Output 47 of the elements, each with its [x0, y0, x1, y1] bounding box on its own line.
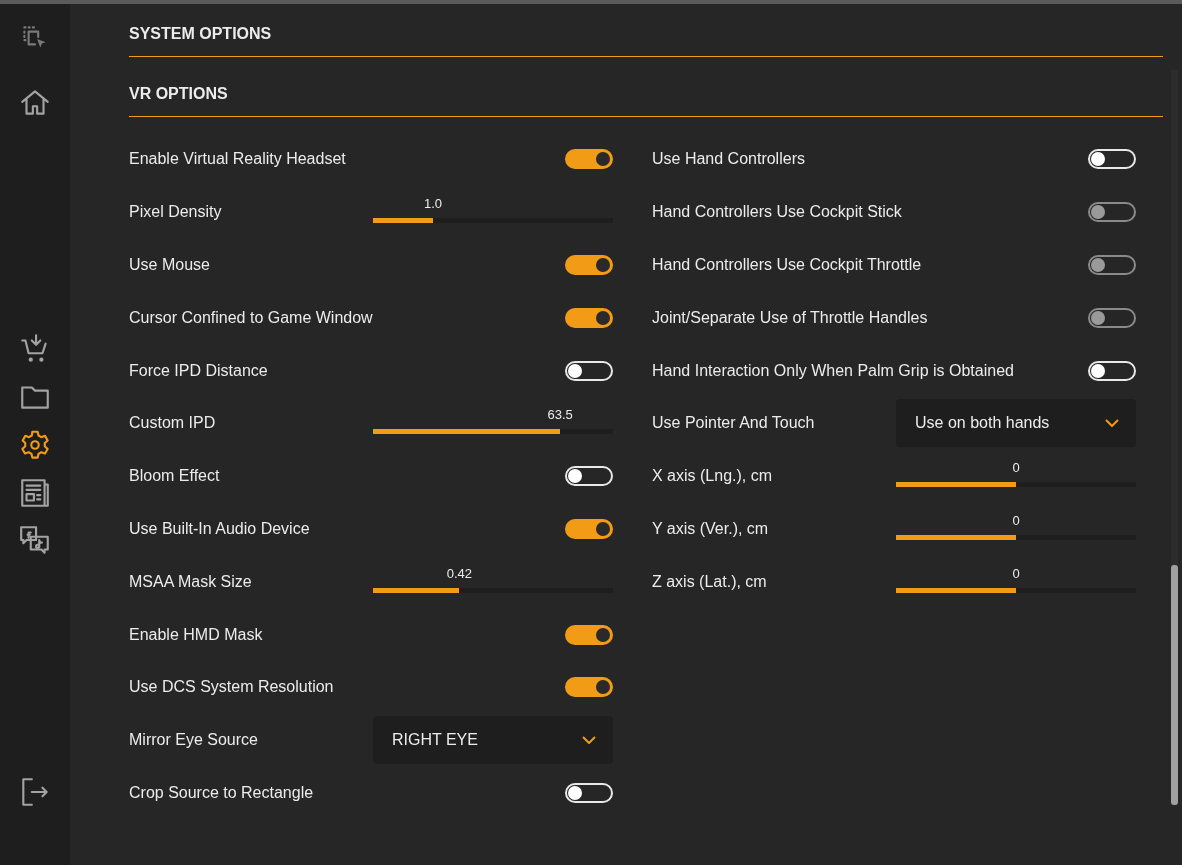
setting-label: Hand Interaction Only When Palm Grip is Obtained — [652, 361, 1014, 380]
setting-label: Crop Source to Rectangle — [129, 783, 314, 802]
slider-value: 0 — [1012, 512, 1020, 528]
slider-track[interactable] — [373, 218, 613, 224]
section-heading[interactable]: VR OPTIONS — [129, 72, 1163, 117]
setting-label: Y axis (Ver.), cm — [652, 519, 769, 538]
slider-track[interactable] — [896, 482, 1136, 488]
slider-value: 0 — [1012, 565, 1020, 581]
chevron-down-icon — [1105, 419, 1119, 428]
toggle-switch[interactable] — [565, 677, 613, 698]
setting-label: Enable HMD Mask — [129, 625, 263, 644]
setting-label: Cursor Confined to Game Window — [129, 308, 373, 327]
toggle-switch[interactable] — [565, 255, 613, 275]
setting-label: Joint/Separate Use of Throttle Handles — [652, 308, 928, 327]
toggle-switch[interactable] — [565, 149, 613, 170]
slider-track[interactable] — [373, 429, 613, 435]
setting-label: Use Built-In Audio Device — [129, 519, 310, 538]
dropdown[interactable]: RIGHT EYE — [373, 716, 613, 765]
slider-value: 1.0 — [423, 196, 443, 212]
setting-label: X axis (Lng.), cm — [652, 467, 773, 486]
setting-label: Use DCS System Resolution — [129, 678, 334, 697]
slider-track[interactable] — [896, 587, 1136, 593]
toggle-switch[interactable] — [565, 518, 613, 539]
setting-label: Hand Controllers Use Cockpit Throttle — [652, 256, 922, 274]
chevron-down-icon — [582, 736, 596, 745]
setting-label: Use Hand Controllers — [652, 150, 805, 169]
setting-label: Bloom Effect — [129, 467, 220, 486]
slider-value: 0.42 — [446, 565, 473, 581]
setting-label: MSAA Mask Size — [129, 572, 252, 591]
toggle-switch[interactable] — [565, 624, 613, 645]
setting-label: Mirror Eye Source — [129, 731, 258, 750]
scrollbar[interactable] — [1171, 70, 1178, 805]
setting-label: Custom IPD — [129, 414, 216, 433]
setting-label: Z axis (Lat.), cm — [652, 572, 767, 591]
setting-label: Hand Controllers Use Cockpit Stick — [652, 203, 902, 222]
dropdown[interactable]: Use on both hands — [896, 399, 1136, 448]
setting-label: Use Pointer And Touch — [652, 414, 815, 433]
slider-value: 63.5 — [547, 407, 573, 423]
setting-label: Use Mouse — [129, 256, 210, 274]
setting-label: Pixel Density — [129, 203, 222, 222]
setting-label: Enable Virtual Reality Headset — [129, 150, 346, 169]
setting-label: Force IPD Distance — [129, 361, 268, 380]
slider-value: 0 — [1012, 460, 1020, 476]
section-heading[interactable]: SYSTEM OPTIONS — [129, 12, 1163, 57]
slider-track[interactable] — [373, 587, 613, 593]
slider-track[interactable] — [896, 534, 1136, 540]
toggle-switch[interactable] — [565, 307, 613, 328]
